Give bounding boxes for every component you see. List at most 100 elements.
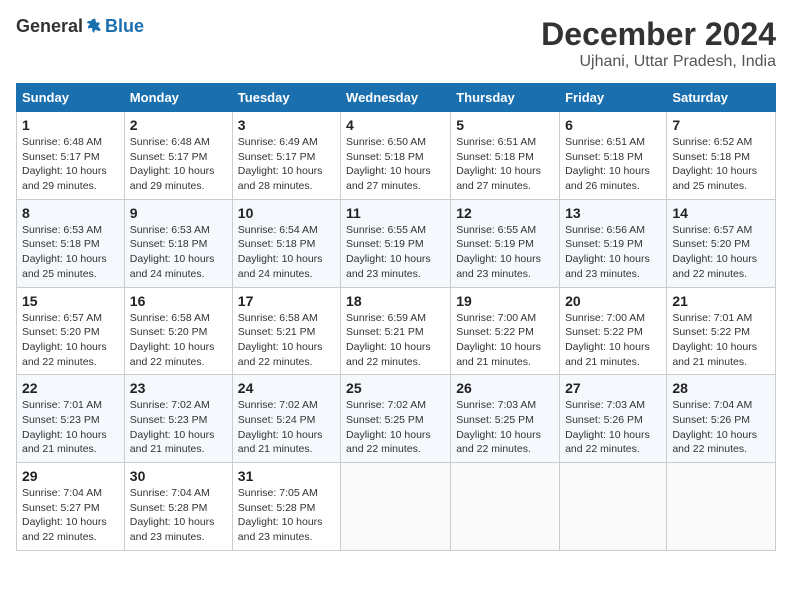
weekday-header-monday: Monday bbox=[124, 84, 232, 112]
day-info: Sunrise: 6:55 AM Sunset: 5:19 PM Dayligh… bbox=[456, 223, 554, 282]
calendar-cell: 6 Sunrise: 6:51 AM Sunset: 5:18 PM Dayli… bbox=[560, 112, 667, 200]
calendar-week-row: 15 Sunrise: 6:57 AM Sunset: 5:20 PM Dayl… bbox=[17, 287, 776, 375]
logo: General Blue bbox=[16, 16, 144, 37]
day-info: Sunrise: 6:48 AM Sunset: 5:17 PM Dayligh… bbox=[130, 135, 227, 194]
calendar-cell: 21 Sunrise: 7:01 AM Sunset: 5:22 PM Dayl… bbox=[667, 287, 776, 375]
calendar-cell: 8 Sunrise: 6:53 AM Sunset: 5:18 PM Dayli… bbox=[17, 199, 125, 287]
calendar-cell: 30 Sunrise: 7:04 AM Sunset: 5:28 PM Dayl… bbox=[124, 463, 232, 551]
day-info: Sunrise: 7:05 AM Sunset: 5:28 PM Dayligh… bbox=[238, 486, 335, 545]
calendar-cell: 16 Sunrise: 6:58 AM Sunset: 5:20 PM Dayl… bbox=[124, 287, 232, 375]
logo-general-text: General bbox=[16, 16, 83, 37]
calendar-cell: 18 Sunrise: 6:59 AM Sunset: 5:21 PM Dayl… bbox=[341, 287, 451, 375]
weekday-header-wednesday: Wednesday bbox=[341, 84, 451, 112]
weekday-header-friday: Friday bbox=[560, 84, 667, 112]
day-number: 31 bbox=[238, 468, 335, 484]
day-info: Sunrise: 7:04 AM Sunset: 5:28 PM Dayligh… bbox=[130, 486, 227, 545]
calendar-cell: 28 Sunrise: 7:04 AM Sunset: 5:26 PM Dayl… bbox=[667, 375, 776, 463]
day-number: 27 bbox=[565, 380, 661, 396]
weekday-header-sunday: Sunday bbox=[17, 84, 125, 112]
day-number: 28 bbox=[672, 380, 770, 396]
day-info: Sunrise: 7:03 AM Sunset: 5:25 PM Dayligh… bbox=[456, 398, 554, 457]
calendar-cell: 29 Sunrise: 7:04 AM Sunset: 5:27 PM Dayl… bbox=[17, 463, 125, 551]
day-number: 19 bbox=[456, 293, 554, 309]
calendar-cell: 3 Sunrise: 6:49 AM Sunset: 5:17 PM Dayli… bbox=[232, 112, 340, 200]
day-info: Sunrise: 6:50 AM Sunset: 5:18 PM Dayligh… bbox=[346, 135, 445, 194]
day-info: Sunrise: 6:57 AM Sunset: 5:20 PM Dayligh… bbox=[22, 311, 119, 370]
day-info: Sunrise: 6:59 AM Sunset: 5:21 PM Dayligh… bbox=[346, 311, 445, 370]
day-info: Sunrise: 7:00 AM Sunset: 5:22 PM Dayligh… bbox=[456, 311, 554, 370]
calendar-cell: 9 Sunrise: 6:53 AM Sunset: 5:18 PM Dayli… bbox=[124, 199, 232, 287]
calendar-cell: 17 Sunrise: 6:58 AM Sunset: 5:21 PM Dayl… bbox=[232, 287, 340, 375]
day-info: Sunrise: 7:04 AM Sunset: 5:27 PM Dayligh… bbox=[22, 486, 119, 545]
day-number: 25 bbox=[346, 380, 445, 396]
day-info: Sunrise: 6:55 AM Sunset: 5:19 PM Dayligh… bbox=[346, 223, 445, 282]
calendar-cell: 14 Sunrise: 6:57 AM Sunset: 5:20 PM Dayl… bbox=[667, 199, 776, 287]
day-info: Sunrise: 6:48 AM Sunset: 5:17 PM Dayligh… bbox=[22, 135, 119, 194]
day-number: 13 bbox=[565, 205, 661, 221]
calendar-cell: 13 Sunrise: 6:56 AM Sunset: 5:19 PM Dayl… bbox=[560, 199, 667, 287]
day-info: Sunrise: 7:04 AM Sunset: 5:26 PM Dayligh… bbox=[672, 398, 770, 457]
calendar-cell: 4 Sunrise: 6:50 AM Sunset: 5:18 PM Dayli… bbox=[341, 112, 451, 200]
day-number: 8 bbox=[22, 205, 119, 221]
day-number: 29 bbox=[22, 468, 119, 484]
day-info: Sunrise: 7:02 AM Sunset: 5:25 PM Dayligh… bbox=[346, 398, 445, 457]
calendar-cell bbox=[560, 463, 667, 551]
day-number: 30 bbox=[130, 468, 227, 484]
calendar-cell bbox=[451, 463, 560, 551]
day-info: Sunrise: 6:56 AM Sunset: 5:19 PM Dayligh… bbox=[565, 223, 661, 282]
day-number: 12 bbox=[456, 205, 554, 221]
calendar-cell: 5 Sunrise: 6:51 AM Sunset: 5:18 PM Dayli… bbox=[451, 112, 560, 200]
calendar-week-row: 1 Sunrise: 6:48 AM Sunset: 5:17 PM Dayli… bbox=[17, 112, 776, 200]
month-title: December 2024 bbox=[541, 16, 776, 53]
day-info: Sunrise: 6:53 AM Sunset: 5:18 PM Dayligh… bbox=[22, 223, 119, 282]
day-info: Sunrise: 6:58 AM Sunset: 5:21 PM Dayligh… bbox=[238, 311, 335, 370]
title-block: December 2024 Ujhani, Uttar Pradesh, Ind… bbox=[541, 16, 776, 71]
day-info: Sunrise: 7:03 AM Sunset: 5:26 PM Dayligh… bbox=[565, 398, 661, 457]
calendar-cell: 31 Sunrise: 7:05 AM Sunset: 5:28 PM Dayl… bbox=[232, 463, 340, 551]
day-number: 14 bbox=[672, 205, 770, 221]
calendar-cell: 24 Sunrise: 7:02 AM Sunset: 5:24 PM Dayl… bbox=[232, 375, 340, 463]
day-number: 1 bbox=[22, 117, 119, 133]
calendar-header-row: SundayMondayTuesdayWednesdayThursdayFrid… bbox=[17, 84, 776, 112]
calendar-week-row: 29 Sunrise: 7:04 AM Sunset: 5:27 PM Dayl… bbox=[17, 463, 776, 551]
day-number: 16 bbox=[130, 293, 227, 309]
calendar-cell: 25 Sunrise: 7:02 AM Sunset: 5:25 PM Dayl… bbox=[341, 375, 451, 463]
calendar-cell: 26 Sunrise: 7:03 AM Sunset: 5:25 PM Dayl… bbox=[451, 375, 560, 463]
day-info: Sunrise: 6:51 AM Sunset: 5:18 PM Dayligh… bbox=[456, 135, 554, 194]
day-number: 23 bbox=[130, 380, 227, 396]
calendar-cell: 11 Sunrise: 6:55 AM Sunset: 5:19 PM Dayl… bbox=[341, 199, 451, 287]
day-info: Sunrise: 7:01 AM Sunset: 5:23 PM Dayligh… bbox=[22, 398, 119, 457]
calendar-cell bbox=[341, 463, 451, 551]
day-number: 2 bbox=[130, 117, 227, 133]
calendar-cell bbox=[667, 463, 776, 551]
calendar-cell: 22 Sunrise: 7:01 AM Sunset: 5:23 PM Dayl… bbox=[17, 375, 125, 463]
day-number: 5 bbox=[456, 117, 554, 133]
calendar-cell: 19 Sunrise: 7:00 AM Sunset: 5:22 PM Dayl… bbox=[451, 287, 560, 375]
calendar-cell: 20 Sunrise: 7:00 AM Sunset: 5:22 PM Dayl… bbox=[560, 287, 667, 375]
day-number: 22 bbox=[22, 380, 119, 396]
calendar-cell: 27 Sunrise: 7:03 AM Sunset: 5:26 PM Dayl… bbox=[560, 375, 667, 463]
day-info: Sunrise: 7:01 AM Sunset: 5:22 PM Dayligh… bbox=[672, 311, 770, 370]
day-info: Sunrise: 6:53 AM Sunset: 5:18 PM Dayligh… bbox=[130, 223, 227, 282]
calendar-week-row: 8 Sunrise: 6:53 AM Sunset: 5:18 PM Dayli… bbox=[17, 199, 776, 287]
calendar-cell: 23 Sunrise: 7:02 AM Sunset: 5:23 PM Dayl… bbox=[124, 375, 232, 463]
calendar-table: SundayMondayTuesdayWednesdayThursdayFrid… bbox=[16, 83, 776, 551]
calendar-week-row: 22 Sunrise: 7:01 AM Sunset: 5:23 PM Dayl… bbox=[17, 375, 776, 463]
day-number: 21 bbox=[672, 293, 770, 309]
day-info: Sunrise: 7:02 AM Sunset: 5:24 PM Dayligh… bbox=[238, 398, 335, 457]
weekday-header-saturday: Saturday bbox=[667, 84, 776, 112]
logo-blue-text: Blue bbox=[105, 16, 144, 37]
day-number: 20 bbox=[565, 293, 661, 309]
logo-bird-icon bbox=[85, 17, 105, 37]
day-number: 18 bbox=[346, 293, 445, 309]
day-number: 26 bbox=[456, 380, 554, 396]
day-number: 24 bbox=[238, 380, 335, 396]
calendar-cell: 10 Sunrise: 6:54 AM Sunset: 5:18 PM Dayl… bbox=[232, 199, 340, 287]
day-number: 4 bbox=[346, 117, 445, 133]
day-number: 6 bbox=[565, 117, 661, 133]
day-info: Sunrise: 6:49 AM Sunset: 5:17 PM Dayligh… bbox=[238, 135, 335, 194]
day-number: 3 bbox=[238, 117, 335, 133]
calendar-cell: 1 Sunrise: 6:48 AM Sunset: 5:17 PM Dayli… bbox=[17, 112, 125, 200]
calendar-cell: 2 Sunrise: 6:48 AM Sunset: 5:17 PM Dayli… bbox=[124, 112, 232, 200]
day-info: Sunrise: 7:02 AM Sunset: 5:23 PM Dayligh… bbox=[130, 398, 227, 457]
